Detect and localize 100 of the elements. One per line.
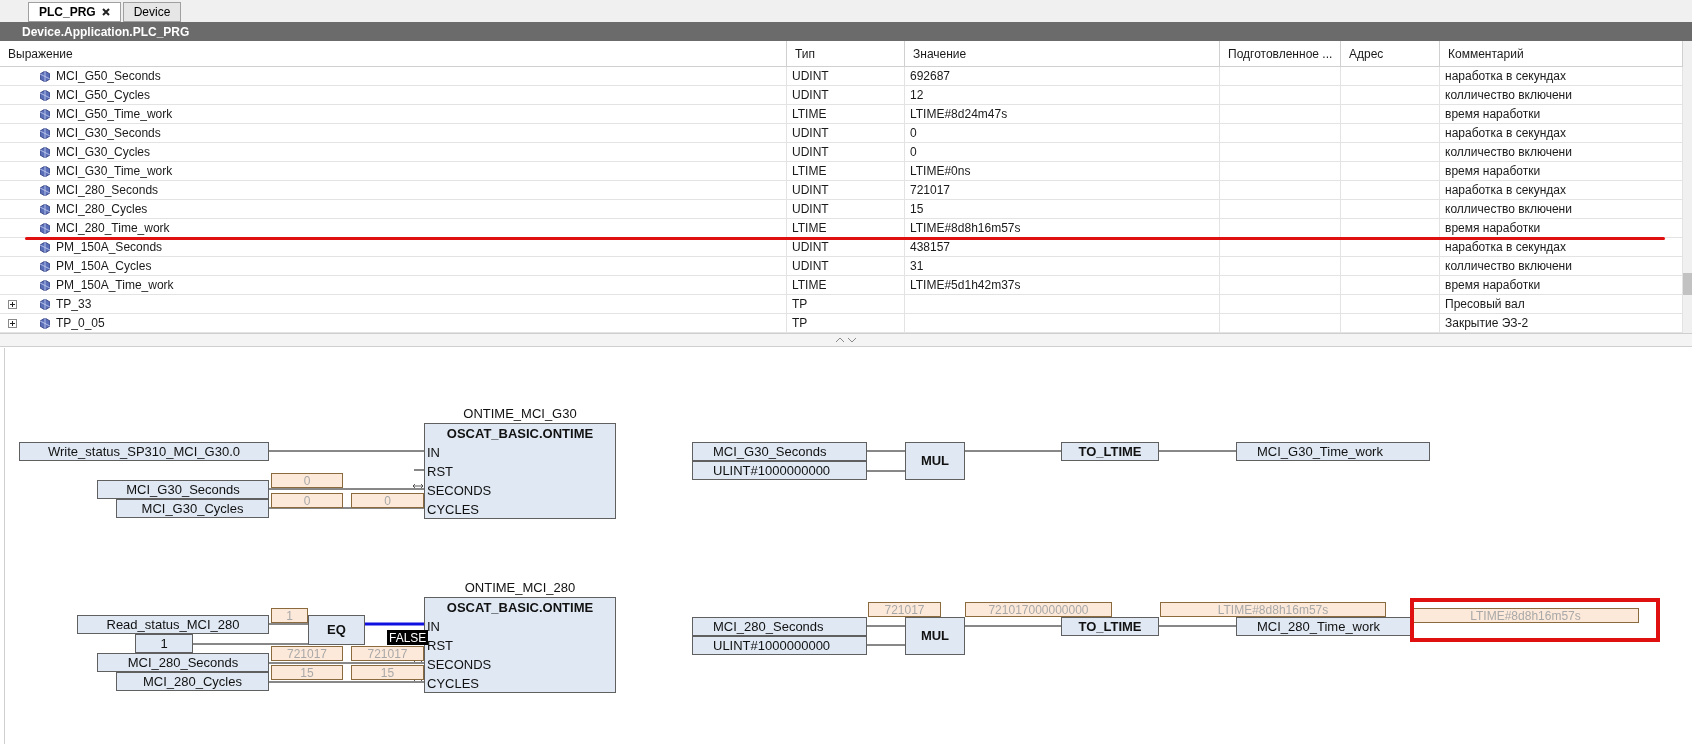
type-cell-text: UDINT [792, 201, 829, 218]
variable-icon [40, 127, 50, 139]
comment-cell-text: наработка в секундах [1445, 125, 1567, 142]
comment-cell-text: колличество включени [1445, 201, 1572, 218]
expression-cell-text: MCI_G50_Cycles [56, 87, 151, 104]
online-value: 15 [271, 665, 343, 680]
operator-block[interactable]: TO_LTIME [1061, 617, 1159, 636]
comment-cell-text: время наработки [1445, 163, 1541, 180]
variable-icon [40, 317, 50, 329]
variable-icon [40, 241, 50, 253]
variable-box[interactable]: MCI_G30_Cycles [116, 499, 269, 518]
scrollbar[interactable] [1683, 41, 1692, 333]
type-cell-text: LTIME [792, 106, 827, 123]
expression-cell-text: TP_0_05 [56, 315, 105, 332]
comment-cell-text: Пресовый вал [1445, 296, 1525, 313]
column-header[interactable]: Значение [905, 41, 1220, 66]
pin-label: SECONDS [426, 655, 492, 674]
type-cell-text: UDINT [792, 239, 829, 256]
comment-cell-text: наработка в секундах [1445, 239, 1567, 256]
variable-icon [40, 146, 50, 158]
type-cell-text: UDINT [792, 125, 829, 142]
expression-cell-text: PM_150A_Cycles [56, 258, 152, 275]
operator-block[interactable]: EQ [308, 615, 365, 645]
editor-tab[interactable]: PLC_PRG [28, 2, 121, 22]
online-value: 721017 [351, 646, 424, 661]
variable-box[interactable]: MCI_G30_Seconds [97, 480, 269, 499]
variable-box[interactable]: MCI_280_Cycles [116, 672, 269, 691]
editor-title-bar: Device.Application.PLC_PRG [0, 22, 1692, 41]
comment-cell-text: время наработки [1445, 277, 1541, 294]
splitter-arrows-icon[interactable] [835, 337, 857, 343]
expression-cell-text: MCI_280_Cycles [56, 201, 148, 218]
pin-label: CYCLES [426, 674, 480, 693]
variable-box[interactable]: MCI_280_Seconds [97, 653, 269, 672]
comment-cell-text: время наработки [1445, 106, 1541, 123]
variable-box[interactable]: ULINT#1000000000 [692, 461, 867, 480]
pin-label: CYCLES [426, 500, 480, 519]
expression-cell-text: MCI_G30_Cycles [56, 144, 151, 161]
variable-icon [40, 108, 50, 120]
variable-box[interactable]: Read_status_MCI_280 [77, 615, 269, 634]
column-header[interactable]: Тип [787, 41, 905, 66]
expression-cell-text: MCI_280_Time_work [56, 220, 170, 237]
expression-cell-text: MCI_G50_Seconds [56, 68, 161, 85]
value-cell-text: 721017 [910, 182, 951, 199]
value-cell-text: LTIME#8d8h16m57s [910, 220, 1021, 237]
online-value: 15 [351, 665, 424, 680]
operator-block[interactable]: MUL [905, 617, 965, 655]
variable-box[interactable]: 1 [135, 634, 193, 653]
variable-icon [40, 184, 50, 196]
variable-icon [40, 203, 50, 215]
expand-icon[interactable] [8, 318, 17, 328]
variable-box[interactable]: MCI_G30_Seconds [692, 442, 867, 461]
variable-box[interactable]: MCI_G30_Time_work [1236, 442, 1430, 461]
type-cell-text: UDINT [792, 68, 829, 85]
online-value: 721017 [271, 646, 343, 661]
value-cell-text: LTIME#5d1h42m37s [910, 277, 1021, 294]
operator-block[interactable]: MUL [905, 442, 965, 480]
variable-icon [40, 70, 50, 82]
value-cell-text: 15 [910, 201, 924, 218]
connection-line [268, 623, 309, 625]
online-value: 0 [351, 493, 424, 508]
operator-block[interactable]: TO_LTIME [1061, 442, 1159, 461]
instance-name: ONTIME_MCI_G30 [462, 405, 578, 423]
variable-icon [40, 260, 50, 272]
type-cell-text: UDINT [792, 144, 829, 161]
type-cell-text: LTIME [792, 277, 827, 294]
connection-line [413, 469, 425, 471]
variable-icon [40, 222, 50, 234]
online-value: 0 [271, 473, 343, 488]
expression-cell-text: MCI_G30_Time_work [56, 163, 173, 180]
expression-cell-text: PM_150A_Seconds [56, 239, 163, 256]
comment-cell-text: наработка в секундах [1445, 182, 1567, 199]
column-header[interactable]: Адрес [1341, 41, 1440, 66]
close-icon[interactable] [101, 8, 110, 16]
connection-line [866, 450, 906, 452]
type-cell-text: LTIME [792, 220, 827, 237]
instance-name: ONTIME_MCI_280 [463, 579, 577, 597]
pin-label: SECONDS [426, 481, 492, 500]
value-cell-text: 31 [910, 258, 924, 275]
connection-line [365, 622, 424, 626]
variable-box[interactable]: ULINT#1000000000 [692, 636, 867, 655]
column-header[interactable]: Выражение [0, 41, 787, 66]
value-cell-text: LTIME#0ns [910, 163, 971, 180]
expand-icon[interactable] [8, 299, 17, 309]
expression-cell-text: MCI_280_Seconds [56, 182, 159, 199]
expression-cell-text: MCI_G30_Seconds [56, 125, 161, 142]
variable-icon [40, 165, 50, 177]
comment-cell-text: наработка в секундах [1445, 68, 1567, 85]
type-cell-text: UDINT [792, 258, 829, 275]
online-value: LTIME#8d8h16m57s [1412, 608, 1639, 623]
column-header[interactable]: Подготовленное ... [1220, 41, 1341, 66]
editor-tab[interactable]: Device [122, 2, 182, 22]
function-block[interactable]: OSCAT_BASIC.ONTIME IN RST SECONDS CYCLES [424, 423, 616, 519]
comment-cell-text: колличество включени [1445, 258, 1572, 275]
variable-icon [40, 89, 50, 101]
value-cell-text: 12 [910, 87, 924, 104]
variable-box[interactable]: MCI_280_Seconds [692, 617, 867, 636]
online-value: 0 [271, 493, 343, 508]
variable-box[interactable]: Write_status_SP310_MCI_G30.0 [19, 442, 269, 461]
variable-box[interactable]: MCI_280_Time_work [1236, 617, 1411, 636]
type-cell-text: TP [792, 315, 808, 332]
